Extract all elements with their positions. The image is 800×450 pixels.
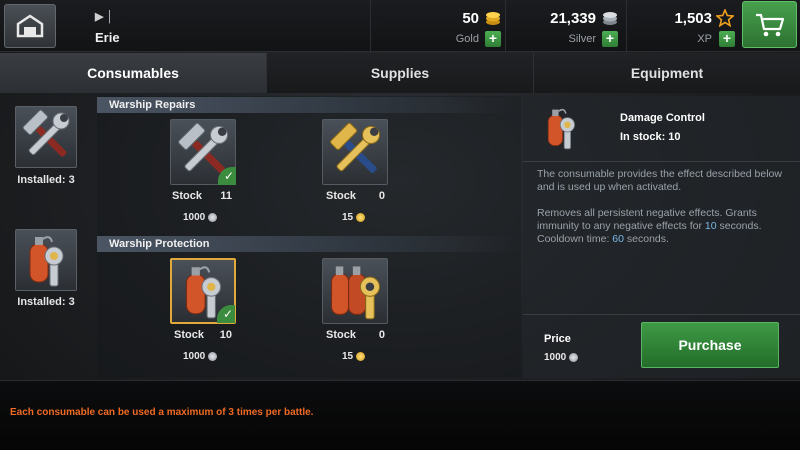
price-value: 15 xyxy=(342,212,354,223)
gold-balance: 50 Gold + xyxy=(370,0,505,52)
installed-count-repair: Installed: 3 xyxy=(17,174,75,186)
price-value: 1000 xyxy=(183,212,206,223)
ship-type-indicator: ▶ │ xyxy=(95,11,114,23)
consumable-card-damage-control[interactable]: ✓ xyxy=(170,258,236,324)
silver-label: Silver xyxy=(568,33,596,45)
installed-slot-damage-control[interactable] xyxy=(15,229,77,291)
gold-value: 50 xyxy=(462,10,479,27)
xp-label: XP xyxy=(697,33,712,45)
star-icon xyxy=(716,9,734,27)
section-header-protection: Warship Protection xyxy=(97,236,521,252)
divider xyxy=(523,314,800,315)
ship-name: Erie xyxy=(95,30,120,45)
stock-value: 0 xyxy=(378,329,385,341)
damage-control-premium-icon xyxy=(323,259,387,323)
stock-value: 10 xyxy=(219,329,232,341)
effect-duration: 10 xyxy=(704,220,717,232)
convert-xp-button[interactable]: + xyxy=(719,31,735,47)
silver-coin-icon xyxy=(569,353,579,362)
tab-equipment[interactable]: Equipment xyxy=(534,53,800,93)
tab-supplies[interactable]: Supplies xyxy=(267,53,534,93)
silver-coin-icon xyxy=(208,352,218,361)
price-value: 15 xyxy=(342,351,354,362)
purchase-button[interactable]: Purchase xyxy=(641,322,779,368)
installed-count-damage-control: Installed: 3 xyxy=(17,296,75,308)
stock-label: Stock xyxy=(326,190,356,202)
price-value: 1000 xyxy=(544,352,567,363)
repair-tools-gold-icon xyxy=(323,120,387,184)
repair-tools-icon xyxy=(16,107,76,167)
cart-icon xyxy=(755,13,784,36)
buy-gold-button[interactable]: + xyxy=(485,31,501,47)
category-tabs: Consumables Supplies Equipment xyxy=(0,53,800,93)
stock-label: Stock xyxy=(174,329,204,341)
divider xyxy=(523,161,800,162)
stock-value: 0 xyxy=(378,190,385,202)
gold-coins-icon xyxy=(486,12,500,25)
stock-label: Stock xyxy=(172,190,202,202)
price-gold: 15 xyxy=(342,212,366,223)
tab-consumables[interactable]: Consumables xyxy=(0,53,267,93)
details-stock: In stock: 10 xyxy=(620,131,681,143)
consumable-card-damage-control-premium[interactable] xyxy=(322,258,388,324)
details-title: Damage Control xyxy=(620,112,705,124)
price-silver: 1000 xyxy=(183,212,218,223)
silver-value: 21,339 xyxy=(550,10,596,27)
stock-label: Stock xyxy=(326,329,356,341)
usage-limit-note: Each consumable can be used a maximum of… xyxy=(10,407,314,418)
top-bar: ▶ │ Erie 50 Gold + 21,339 Silver + 1,503… xyxy=(0,0,800,52)
port-button[interactable] xyxy=(4,4,56,48)
xp-balance: 1,503 XP + xyxy=(626,0,740,52)
silver-coin-icon xyxy=(208,213,218,222)
gold-label: Gold xyxy=(455,33,479,45)
xp-value: 1,503 xyxy=(674,10,712,27)
installed-slot-repair[interactable] xyxy=(15,106,77,168)
effect-text: seconds. xyxy=(623,233,669,245)
price-silver: 1000 xyxy=(183,351,218,362)
price-amount: 1000 xyxy=(544,352,579,363)
consumable-card-repair[interactable]: ✓ xyxy=(170,119,236,185)
details-description: The consumable provides the effect descr… xyxy=(537,168,782,193)
price-value: 1000 xyxy=(183,351,206,362)
price-label: Price xyxy=(544,333,571,345)
consumable-card-repair-premium[interactable] xyxy=(322,119,388,185)
hangar-icon xyxy=(16,14,44,38)
section-header-repairs: Warship Repairs xyxy=(97,97,521,113)
silver-balance: 21,339 Silver + xyxy=(505,0,626,52)
silver-coins-icon xyxy=(603,12,617,25)
gold-coin-icon xyxy=(356,352,366,361)
details-effect: Removes all persistent negative effects.… xyxy=(537,207,787,246)
price-gold: 15 xyxy=(342,351,366,362)
buy-silver-button[interactable]: + xyxy=(602,31,618,47)
stock-value: 11 xyxy=(220,190,232,202)
effect-cooldown: 60 xyxy=(612,233,624,245)
shop-cart-button[interactable] xyxy=(742,1,797,48)
damage-control-icon xyxy=(16,230,76,290)
damage-control-icon xyxy=(537,104,585,152)
gold-coin-icon xyxy=(356,213,366,222)
